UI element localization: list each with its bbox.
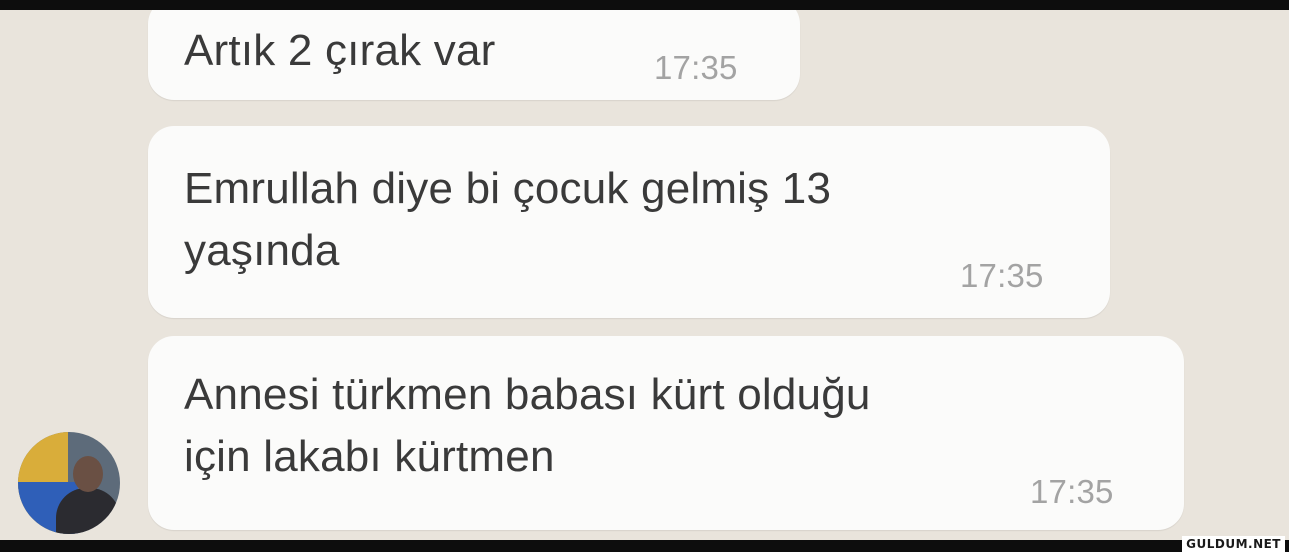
top-letterbox-bar: [0, 0, 1289, 10]
message-text: Artık 2 çırak var: [184, 26, 496, 75]
message-text: Emrullah diye bi çocuk gelmiş 13 yaşında: [184, 164, 832, 275]
avatar-person-body: [56, 488, 120, 534]
message-bubble[interactable]: Emrullah diye bi çocuk gelmiş 13 yaşında…: [148, 126, 1110, 318]
message-timestamp: 17:35: [960, 257, 1044, 294]
message-text: Annesi türkmen babası kürt olduğu için l…: [184, 370, 871, 481]
bottom-letterbox-bar: [0, 540, 1289, 552]
message-bubble[interactable]: Annesi türkmen babası kürt olduğu için l…: [148, 336, 1184, 530]
chat-message-area[interactable]: Artık 2 çırak var 17:35 Emrullah diye bi…: [0, 10, 1289, 540]
site-watermark: GULDUM.NET: [1182, 536, 1285, 552]
message-timestamp: 17:35: [654, 49, 738, 86]
message-timestamp: 17:35: [1030, 473, 1114, 510]
avatar-person-head: [73, 456, 103, 492]
sender-avatar[interactable]: [18, 432, 120, 534]
message-bubble[interactable]: Artık 2 çırak var 17:35: [148, 10, 800, 100]
